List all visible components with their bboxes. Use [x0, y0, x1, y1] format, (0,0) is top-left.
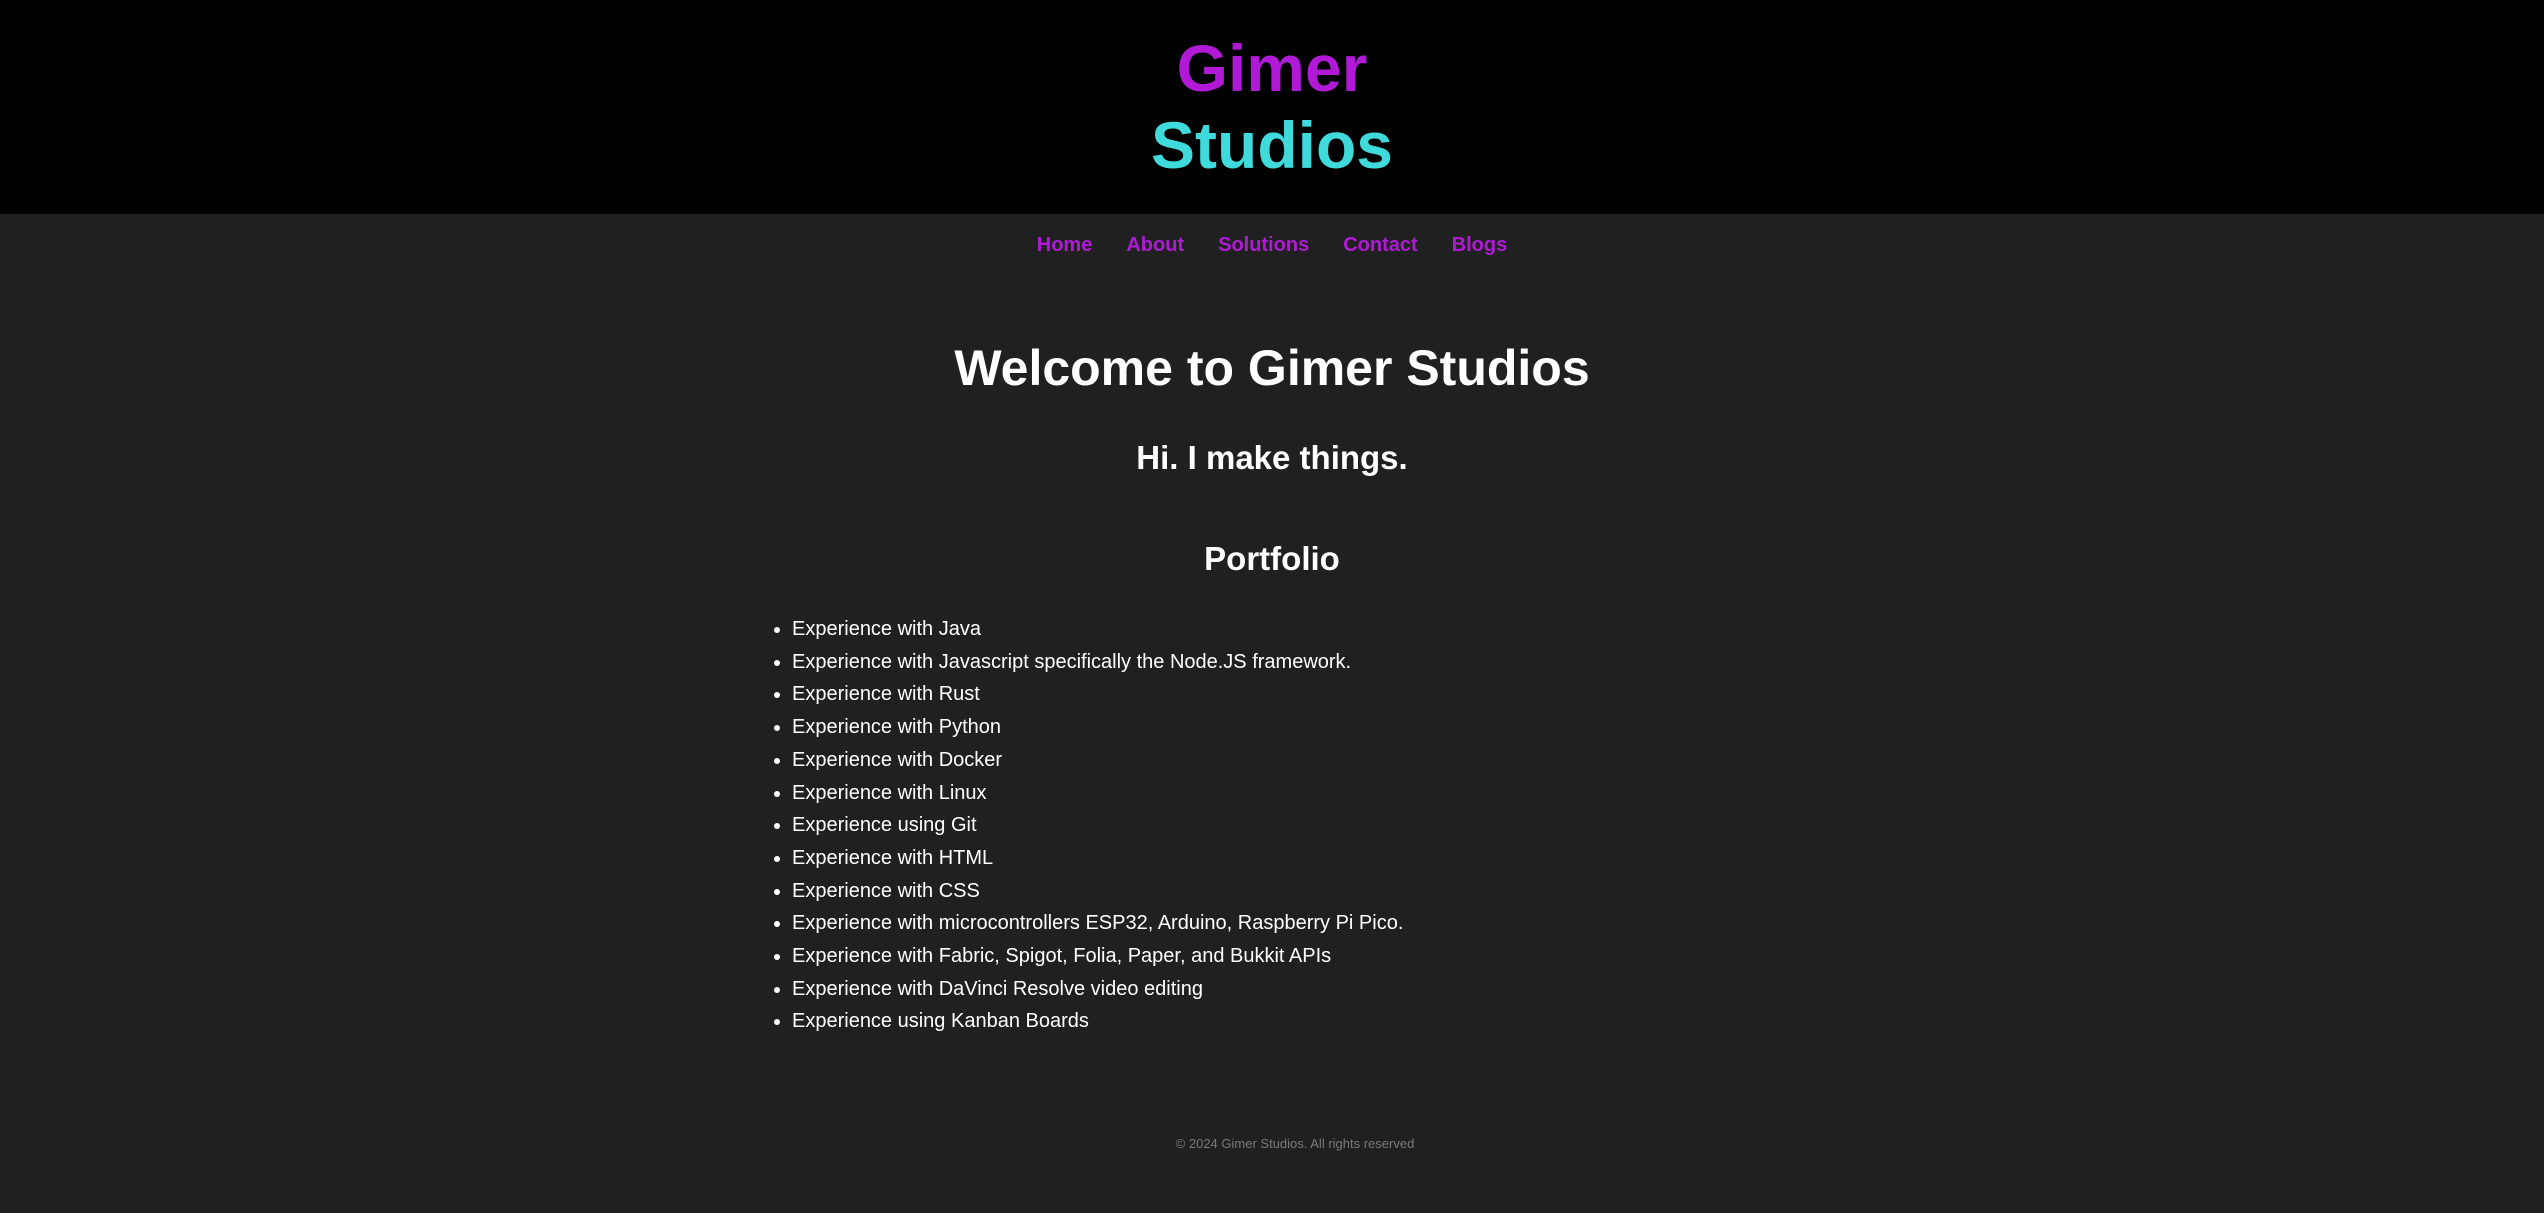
footer-copyright: © 2024 Gimer Studios. All rights reserve… — [1175, 1136, 1415, 1151]
list-item: Experience with DaVinci Resolve video ed… — [792, 973, 1782, 1006]
site-footer: © 2024 Gimer Studios. All rights reserve… — [0, 1136, 2544, 1151]
list-item: Experience with microcontrollers ESP32, … — [792, 907, 1782, 940]
nav-link-about[interactable]: About — [1126, 234, 1184, 257]
page-title: Welcome to Gimer Studios — [954, 340, 1590, 396]
logo-gimer: Gimer — [1176, 31, 1368, 105]
list-item: Experience using Git — [792, 809, 1782, 842]
nav-link-solutions[interactable]: Solutions — [1218, 234, 1309, 257]
site-header: Gimer Studios — [0, 0, 2544, 214]
logo-studios: Studios — [1151, 108, 1393, 182]
list-item: Experience with Docker — [792, 744, 1782, 777]
list-item: Experience with Rust — [792, 678, 1782, 711]
nav-link-home[interactable]: Home — [1037, 234, 1093, 257]
list-item: Experience using Kanban Boards — [792, 1005, 1782, 1038]
portfolio-list: Experience with Java Experience with Jav… — [762, 613, 1782, 1038]
nav-link-contact[interactable]: Contact — [1343, 234, 1417, 257]
main-nav: Home About Solutions Contact Blogs — [0, 214, 2544, 276]
portfolio-heading: Portfolio — [1204, 540, 1340, 577]
list-item: Experience with Javascript specifically … — [792, 646, 1782, 679]
list-item: Experience with Java — [792, 613, 1782, 646]
list-item: Experience with Linux — [792, 777, 1782, 810]
list-item: Experience with CSS — [792, 875, 1782, 908]
list-item: Experience with Fabric, Spigot, Folia, P… — [792, 940, 1782, 973]
list-item: Experience with Python — [792, 711, 1782, 744]
nav-link-blogs[interactable]: Blogs — [1452, 234, 1508, 257]
page-subtitle: Hi. I make things. — [1136, 439, 1408, 476]
main-content: Welcome to Gimer Studios Hi. I make thin… — [762, 338, 1782, 1038]
list-item: Experience with HTML — [792, 842, 1782, 875]
